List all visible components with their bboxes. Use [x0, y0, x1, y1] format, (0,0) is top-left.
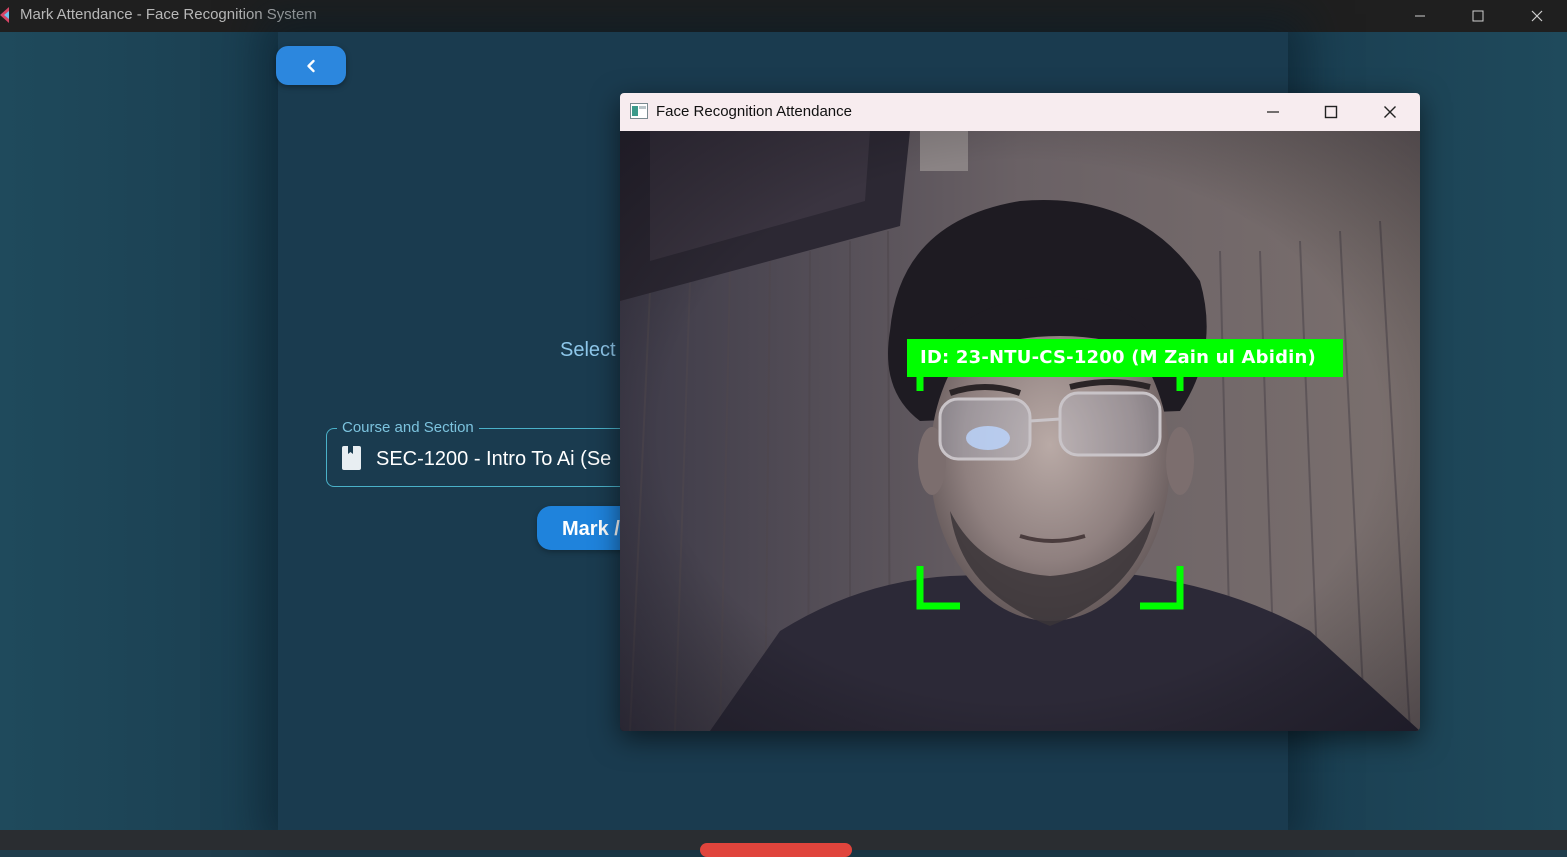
camera-feed: ID: 23-NTU-CS-1200 (M Zain ul Abidin) [620, 131, 1420, 731]
stop-button[interactable] [700, 843, 852, 857]
course-section-label: Course and Section [337, 419, 479, 436]
course-section-value: SEC-1200 - Intro To Ai (Se [376, 448, 612, 470]
camera-minimize-button[interactable] [1244, 93, 1302, 131]
camera-window-title-bar: Face Recognition Attendance [620, 93, 1420, 131]
camera-window-title: Face Recognition Attendance [656, 103, 852, 120]
close-icon [1531, 10, 1543, 22]
minimize-icon [1267, 111, 1279, 113]
main-title-bar: Mark Attendance - Face Recognition Syste… [0, 0, 1567, 32]
camera-close-button[interactable] [1361, 93, 1419, 131]
maximize-icon [1472, 10, 1484, 22]
select-heading: Select [560, 339, 616, 361]
window-title: Mark Attendance - Face Recognition Syste… [20, 6, 317, 23]
course-section-dropdown[interactable]: Course and Section SEC-1200 - Intro To A… [326, 419, 666, 487]
minimize-icon [1415, 15, 1425, 17]
webcam-frame-image [620, 131, 1420, 731]
minimize-button[interactable] [1391, 0, 1449, 32]
app-logo-icon [0, 7, 9, 23]
camera-window: Face Recognition Attendance ID: 23-NTU-C… [620, 93, 1420, 731]
close-button[interactable] [1508, 0, 1566, 32]
book-icon [342, 446, 361, 470]
window-app-icon [630, 103, 648, 119]
back-button[interactable] [276, 46, 346, 85]
chevron-left-icon [307, 59, 315, 72]
detection-id-label: ID: 23-NTU-CS-1200 (M Zain ul Abidin) [920, 347, 1316, 368]
camera-maximize-button[interactable] [1302, 93, 1360, 131]
maximize-button[interactable] [1449, 0, 1507, 32]
close-icon [1384, 106, 1396, 118]
maximize-icon [1324, 105, 1338, 119]
